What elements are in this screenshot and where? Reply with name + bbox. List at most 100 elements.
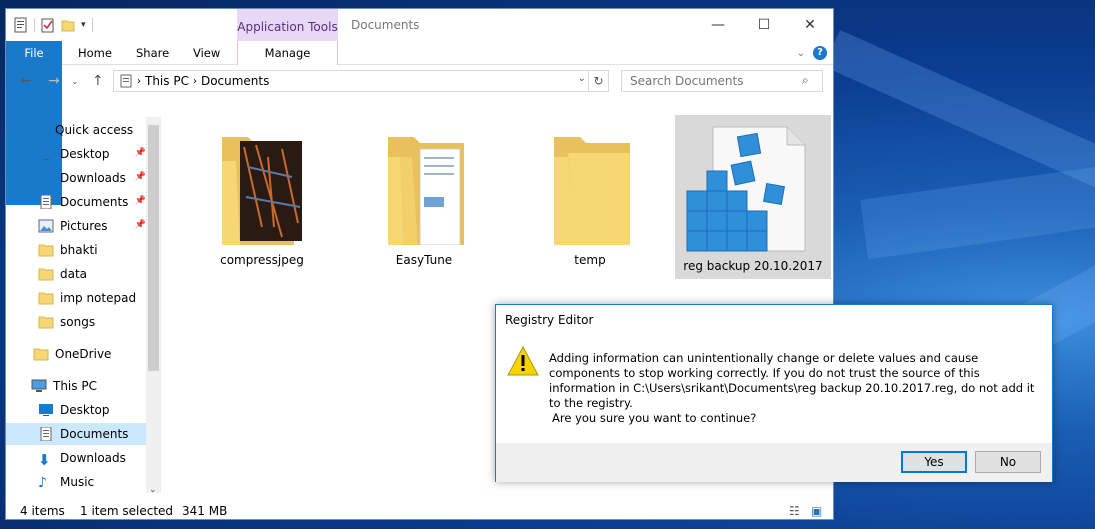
pin-icon: 📌: [134, 220, 146, 230]
folder-icon: [38, 316, 54, 329]
pin-icon: 📌: [134, 172, 146, 182]
customize-qat-icon[interactable]: ▾: [81, 20, 86, 30]
back-arrow-icon[interactable]: ←: [20, 73, 32, 89]
nav-label: Desktop: [60, 403, 110, 417]
nav-label: songs: [60, 315, 96, 329]
download-arrow-icon: ⬇: [38, 451, 51, 469]
new-folder-icon[interactable]: [61, 17, 75, 33]
nav-label: imp notepad: [60, 291, 137, 305]
ribbon-right-controls: ⌄ ?: [797, 46, 827, 60]
nav-item-data[interactable]: data: [38, 263, 146, 285]
search-input[interactable]: [621, 70, 823, 92]
scrollbar-thumb[interactable]: [148, 125, 159, 371]
tab-manage[interactable]: Manage: [237, 41, 338, 65]
nav-label: OneDrive: [55, 347, 112, 361]
folder-icon: [38, 292, 54, 305]
breadcrumb-this-pc[interactable]: This PC: [141, 74, 193, 88]
nav-label: Desktop: [60, 147, 110, 161]
nav-label: Quick access: [55, 123, 134, 137]
nav-pc-documents[interactable]: Documents: [6, 423, 146, 445]
no-button[interactable]: No: [975, 451, 1041, 473]
expand-ribbon-icon[interactable]: ⌄: [797, 48, 805, 59]
nav-scrollbar[interactable]: ⌄: [146, 117, 161, 495]
address-bar[interactable]: › This PC › Documents ⌄ ↻: [113, 70, 609, 92]
documents-icon: [40, 195, 52, 209]
nav-item-songs[interactable]: songs: [38, 311, 146, 333]
pin-icon: 📌: [134, 196, 146, 206]
up-arrow-icon[interactable]: ↑: [92, 73, 104, 89]
star-icon: ★: [33, 123, 45, 138]
nav-item-imp-notepad[interactable]: imp notepad: [38, 287, 146, 309]
nav-label: Documents: [60, 195, 129, 209]
file-item[interactable]: compressjpeg: [184, 109, 340, 273]
dialog-body: Adding information can unintentionally c…: [496, 335, 1052, 443]
file-item[interactable]: EasyTune: [346, 109, 502, 273]
dialog-question: Are you sure you want to continue?: [552, 411, 757, 425]
refresh-icon[interactable]: ↻: [588, 71, 608, 91]
file-name: temp: [574, 253, 606, 267]
nav-label: Downloads: [60, 171, 126, 185]
forward-arrow-icon[interactable]: →: [48, 73, 60, 89]
address-dropdown-icon[interactable]: ⌄: [578, 73, 586, 84]
large-icons-view-icon[interactable]: ▣: [811, 501, 822, 519]
tab-view[interactable]: View: [183, 41, 230, 65]
documents-folder-icon: [388, 137, 464, 245]
tab-share[interactable]: Share: [126, 41, 179, 65]
photo-folder-icon: [222, 137, 302, 245]
navigation-pane: ★ Quick access Desktop 📌 ⬇ Downloads 📌 D…: [6, 109, 161, 501]
nav-item-pictures[interactable]: Pictures 📌: [38, 215, 146, 237]
breadcrumb-documents[interactable]: Documents: [197, 74, 273, 88]
properties-icon[interactable]: [14, 17, 28, 33]
nav-pc-downloads[interactable]: ⬇ Downloads: [38, 447, 146, 469]
nav-label: Documents: [60, 427, 129, 441]
dialog-message: Adding information can unintentionally c…: [549, 351, 1035, 410]
selection-size: 341 MB: [182, 504, 228, 518]
nav-label: bhakti: [60, 243, 98, 257]
registry-editor-dialog: Registry Editor Adding information can u…: [495, 304, 1053, 482]
help-icon[interactable]: ?: [813, 46, 827, 60]
maximize-button[interactable]: ☐: [741, 9, 787, 41]
file-item-selected[interactable]: reg backup 20.10.2017: [675, 115, 831, 279]
download-arrow-icon: ⬇: [38, 171, 51, 189]
window-title: Documents: [351, 18, 420, 32]
folder-icon: [38, 268, 54, 281]
nav-item-downloads[interactable]: ⬇ Downloads 📌: [38, 167, 146, 189]
desktop-icon: [39, 148, 53, 160]
application-tools-context: Application Tools: [237, 9, 338, 41]
scroll-down-icon[interactable]: ⌄: [149, 485, 157, 495]
address-row: ← → ⌄ ↑ › This PC › Documents ⌄ ↻ ⌕: [6, 69, 833, 95]
title-bar: ▾ Application Tools Documents — ☐ ✕: [6, 9, 833, 41]
nav-pc-desktop[interactable]: Desktop: [38, 399, 146, 421]
file-name: EasyTune: [395, 253, 453, 267]
folder-icon: [38, 244, 54, 257]
quick-access-toolbar: ▾: [14, 17, 93, 33]
selection-status: 1 item selected: [80, 504, 174, 518]
warning-icon: [507, 345, 539, 376]
pin-icon: 📌: [134, 148, 146, 158]
yes-button[interactable]: Yes: [901, 451, 967, 473]
status-bar: 4 items 1 item selected 341 MB ☷ ▣: [6, 501, 833, 519]
window-controls: — ☐ ✕: [695, 9, 833, 41]
nav-item-desktop[interactable]: Desktop 📌: [38, 143, 146, 165]
file-name: compressjpeg: [220, 253, 304, 267]
nav-pc-music[interactable]: ♪ Music: [38, 471, 146, 493]
minimize-button[interactable]: —: [695, 9, 741, 41]
file-item[interactable]: temp: [512, 109, 668, 273]
recent-locations-icon[interactable]: ⌄: [71, 77, 79, 87]
nav-label: Music: [60, 475, 95, 489]
onedrive-folder-icon: [33, 348, 49, 361]
search-icon: ⌕: [802, 73, 809, 87]
checkmark-properties-icon[interactable]: [41, 17, 55, 33]
pictures-icon: [38, 219, 54, 233]
details-view-icon[interactable]: ☷: [789, 501, 800, 519]
item-count: 4 items: [20, 504, 65, 518]
nav-item-bhakti[interactable]: bhakti: [38, 239, 146, 261]
registry-file-icon: [686, 126, 806, 252]
pc-location-icon: [120, 74, 132, 88]
close-button[interactable]: ✕: [787, 9, 833, 41]
ribbon-tabs: File Home Share View Manage ⌄ ?: [6, 41, 833, 205]
tab-home[interactable]: Home: [68, 41, 122, 65]
folder-icon: [554, 137, 630, 245]
nav-item-documents[interactable]: Documents 📌: [38, 191, 146, 213]
nav-label: Pictures: [60, 219, 108, 233]
